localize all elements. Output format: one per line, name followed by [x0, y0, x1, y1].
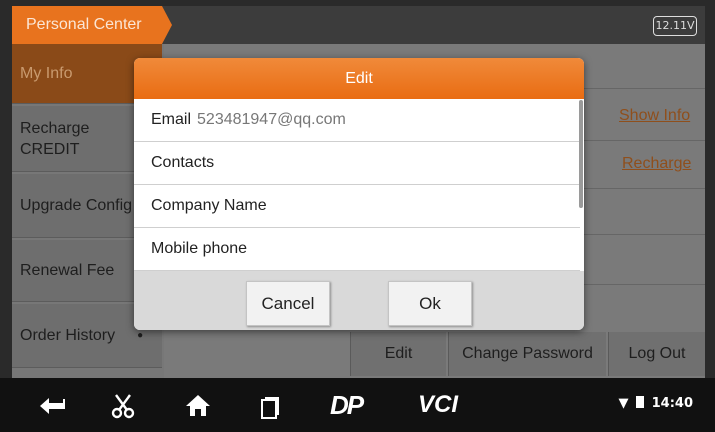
- field-label: Contacts: [151, 154, 215, 171]
- page-title: Personal Center: [12, 6, 172, 44]
- dp-icon[interactable]: DP: [330, 390, 364, 420]
- log-out-button[interactable]: Log Out: [608, 332, 705, 376]
- home-icon[interactable]: [184, 390, 212, 426]
- company-name-field[interactable]: Company Name: [134, 185, 580, 228]
- vci-icon[interactable]: VCI: [418, 390, 458, 420]
- sidebar-item-label: Upgrade Config: [20, 196, 133, 214]
- bullet-icon: ●: [137, 330, 144, 341]
- system-nav-bar: DP VCI ▼ 14:40: [0, 378, 715, 432]
- email-field[interactable]: Email 523481947@qq.com: [134, 99, 580, 142]
- back-icon[interactable]: [36, 390, 68, 426]
- clock: 14:40: [651, 396, 693, 411]
- recent-apps-icon[interactable]: [258, 390, 284, 426]
- contacts-field[interactable]: Contacts: [134, 142, 580, 185]
- email-value[interactable]: 523481947@qq.com: [197, 111, 346, 129]
- app-frame: Personal Center 12.11V My Info Recharge …: [0, 0, 715, 432]
- battery-icon: [636, 396, 645, 408]
- dialog-button-bar: Cancel Ok: [134, 271, 584, 330]
- change-password-button[interactable]: Change Password: [448, 332, 606, 376]
- edit-dialog: Edit Email 523481947@qq.com Contacts Com…: [134, 58, 584, 330]
- wifi-icon: ▼: [618, 396, 629, 411]
- battery-voltage-badge: 12.11V: [653, 16, 697, 36]
- cancel-button[interactable]: Cancel: [246, 281, 330, 326]
- recharge-link[interactable]: Recharge: [622, 155, 691, 173]
- show-info-link[interactable]: Show Info: [619, 107, 690, 125]
- field-label: Mobile phone: [151, 240, 248, 257]
- dialog-scrollbar[interactable]: [579, 100, 583, 208]
- sidebar-item-label: Order History: [20, 326, 116, 344]
- sidebar-item-label: Recharge CREDIT: [20, 119, 90, 158]
- ok-button[interactable]: Ok: [388, 281, 472, 326]
- field-label: Company Name: [151, 197, 267, 214]
- sidebar-item-label: My Info: [20, 64, 73, 82]
- dialog-title: Edit: [134, 58, 584, 99]
- sidebar-item-label: Renewal Fee: [20, 261, 115, 279]
- edit-button[interactable]: Edit: [350, 332, 446, 376]
- mobile-phone-field[interactable]: Mobile phone: [134, 228, 580, 271]
- scissors-icon[interactable]: [110, 390, 136, 426]
- field-label: Email: [151, 111, 192, 128]
- status-area: ▼ 14:40: [619, 396, 693, 411]
- top-bar: Personal Center 12.11V: [12, 6, 705, 44]
